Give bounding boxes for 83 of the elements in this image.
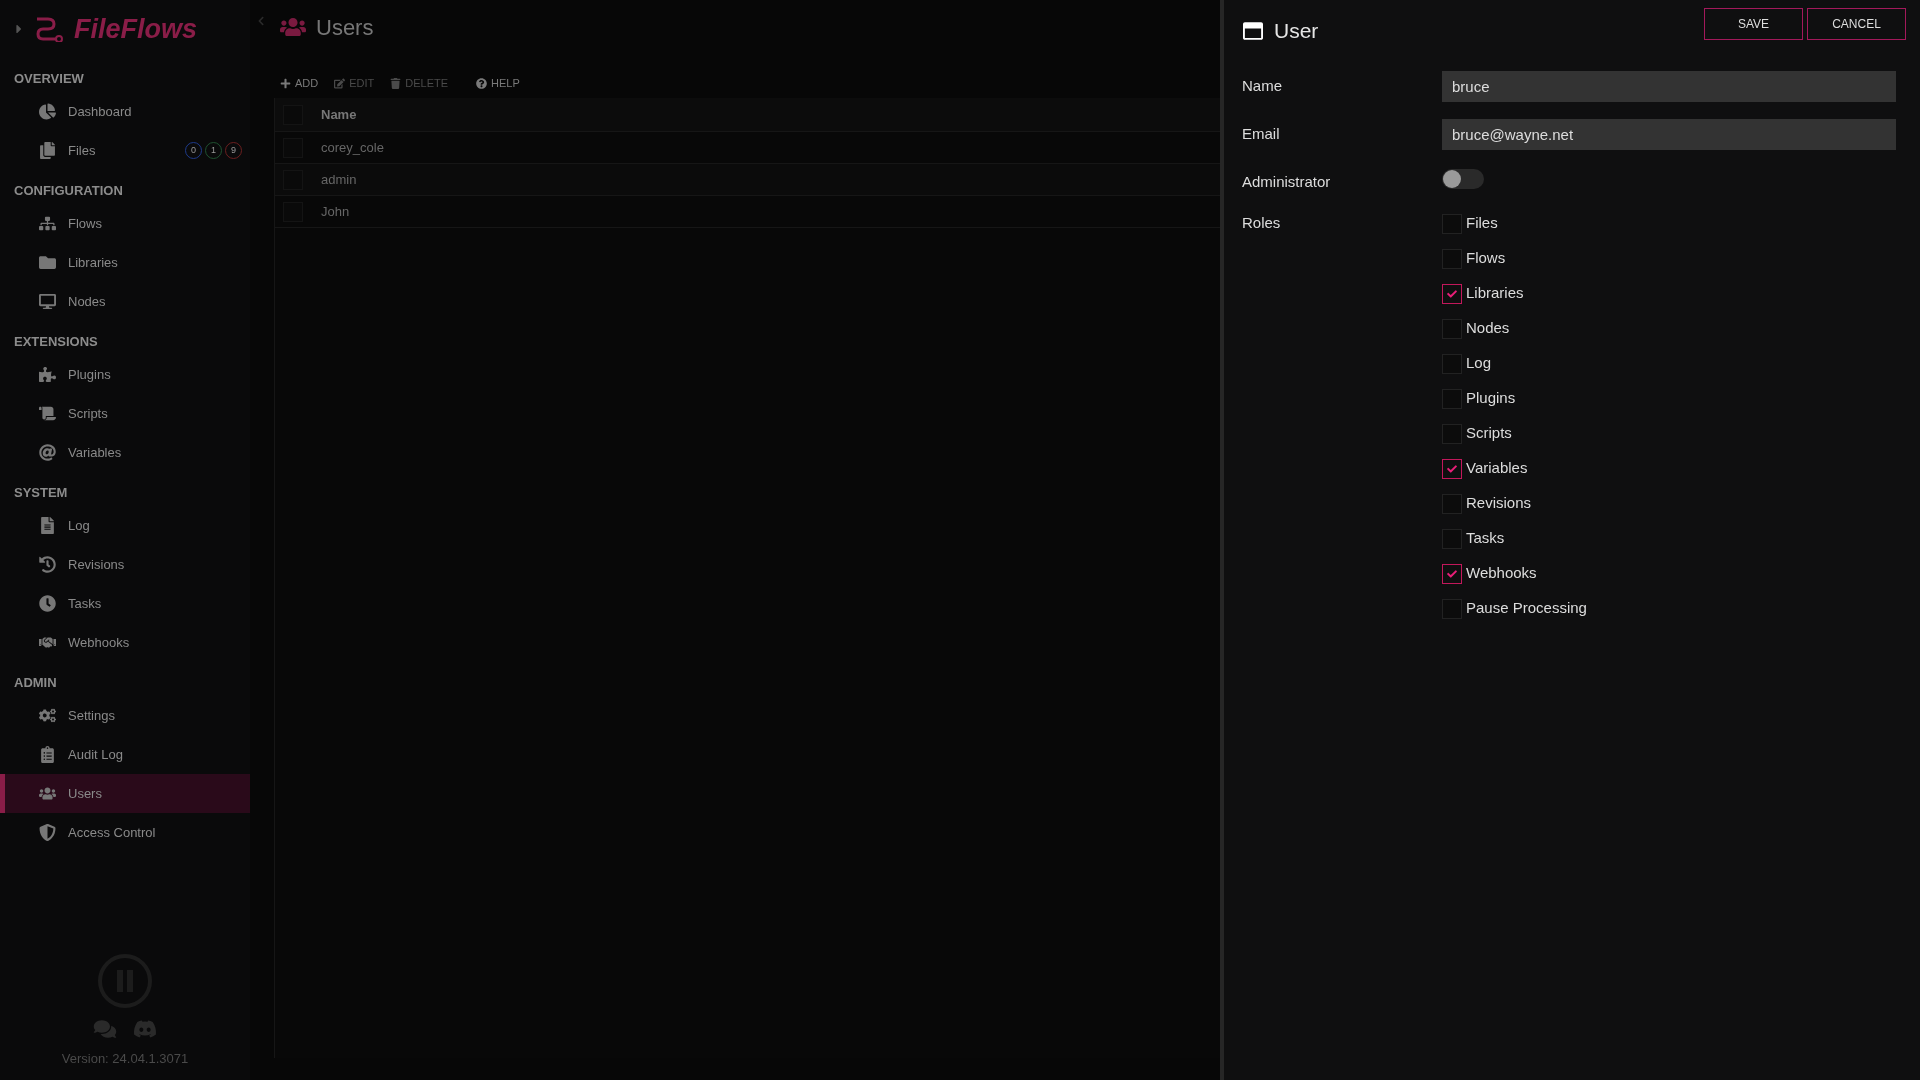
column-header[interactable]: Name xyxy=(321,104,357,125)
edit-icon xyxy=(334,77,346,89)
table-row[interactable]: John xyxy=(275,196,1220,228)
nav-item[interactable]: Settings xyxy=(0,696,250,735)
checkbox-label[interactable]: Log xyxy=(1466,352,1492,375)
checkbox-label[interactable]: Variables xyxy=(1466,457,1528,480)
checkbox-label[interactable]: Webhooks xyxy=(1466,562,1537,585)
document-icon xyxy=(39,517,56,534)
nav-item[interactable]: Scripts xyxy=(0,394,250,433)
nav-item[interactable]: Plugins xyxy=(0,355,250,394)
nav-item[interactable]: Nodes xyxy=(0,282,250,321)
nav-item[interactable]: Revisions xyxy=(0,545,250,584)
nav-item[interactable]: Tasks xyxy=(0,584,250,623)
checkbox-label[interactable]: Revisions xyxy=(1466,492,1532,515)
history-icon xyxy=(39,556,56,573)
puzzle-icon xyxy=(39,366,56,383)
caret-icon[interactable] xyxy=(14,22,24,36)
trash-icon xyxy=(390,77,402,89)
field-label: Roles xyxy=(1242,213,1282,234)
checkbox-label[interactable]: Flows xyxy=(1466,247,1506,270)
toggle-switch[interactable] xyxy=(1442,169,1484,189)
nav-item[interactable]: Files 0 1 9 xyxy=(0,131,250,170)
checkbox-label[interactable]: Pause Processing xyxy=(1466,597,1587,620)
files-icon xyxy=(39,142,56,159)
text-field[interactable]: bruce xyxy=(1442,70,1896,102)
logo-icon xyxy=(34,16,64,42)
checkbox-label[interactable]: Nodes xyxy=(1466,317,1510,340)
at-sign-icon xyxy=(39,444,56,461)
cancel-button[interactable]: CANCEL xyxy=(1807,8,1906,40)
field-label: Email xyxy=(1242,123,1281,144)
users-icon xyxy=(39,785,56,802)
section-heading: OVERVIEW xyxy=(14,70,84,89)
toolbar-button[interactable]: ADD xyxy=(280,74,319,92)
panel-title: User xyxy=(1274,18,1320,45)
clock-icon xyxy=(39,595,56,612)
handshake-icon xyxy=(39,634,56,651)
collapse-icon[interactable] xyxy=(257,16,265,26)
check-icon xyxy=(1447,463,1457,474)
check-icon xyxy=(1447,288,1457,299)
nav-item[interactable]: Dashboard xyxy=(0,92,250,131)
nav-item[interactable]: Log xyxy=(0,506,250,545)
checkbox[interactable] xyxy=(1442,283,1462,304)
text-field[interactable]: bruce@wayne.net xyxy=(1442,118,1896,150)
save-button[interactable]: SAVE xyxy=(1704,8,1803,40)
checkbox-label[interactable]: Plugins xyxy=(1466,387,1516,410)
page-title: Users xyxy=(316,13,374,42)
section-heading: CONFIGURATION xyxy=(14,182,123,201)
users-icon xyxy=(280,16,306,38)
nav-item[interactable]: Libraries xyxy=(0,243,250,282)
nav-item[interactable]: Webhooks xyxy=(0,623,250,662)
section-heading: SYSTEM xyxy=(14,484,68,503)
version-text: Version: 24.04.1.3071 xyxy=(61,1049,189,1068)
gears-icon xyxy=(39,707,56,724)
nav-item[interactable]: Users xyxy=(0,774,250,813)
plus-icon xyxy=(280,77,291,89)
chat-icon[interactable] xyxy=(93,1018,117,1039)
section-heading: ADMIN xyxy=(14,674,57,693)
sitemap-icon xyxy=(39,215,56,232)
nav-item[interactable]: Access Control xyxy=(0,813,250,852)
scroll-icon xyxy=(39,405,56,422)
window-icon xyxy=(1242,21,1264,41)
field-label: Name xyxy=(1242,75,1283,96)
checkbox-label[interactable]: Tasks xyxy=(1466,527,1505,550)
nav-item[interactable]: Variables xyxy=(0,433,250,472)
nav-item[interactable]: Audit Log xyxy=(0,735,250,774)
checkbox[interactable] xyxy=(1442,458,1462,479)
shield-icon xyxy=(39,824,56,841)
app-logo: FileFlows xyxy=(74,12,198,46)
check-icon xyxy=(1447,568,1457,579)
section-heading: EXTENSIONS xyxy=(14,333,98,352)
field-label: Administrator xyxy=(1242,171,1332,192)
pie-chart-icon xyxy=(39,103,56,120)
toolbar-button[interactable]: HELP xyxy=(476,74,520,92)
monitor-icon xyxy=(39,293,56,310)
discord-icon[interactable] xyxy=(133,1018,157,1039)
help-icon xyxy=(476,77,488,89)
checkbox-label[interactable]: Libraries xyxy=(1466,282,1524,305)
folder-icon xyxy=(39,254,56,271)
checkbox-label[interactable]: Files xyxy=(1466,212,1498,235)
clipboard-icon xyxy=(39,746,56,763)
checkbox-label[interactable]: Scripts xyxy=(1466,422,1512,445)
checkbox[interactable] xyxy=(1442,563,1462,584)
nav-item[interactable]: Flows xyxy=(0,204,250,243)
